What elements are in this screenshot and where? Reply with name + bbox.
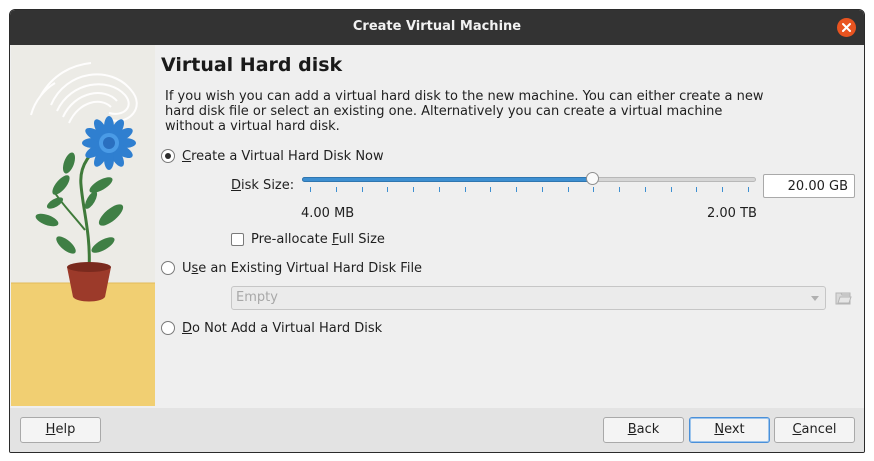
- description-line: without a virtual hard disk.: [165, 119, 340, 134]
- existing-disk-select-value: Empty: [236, 290, 278, 305]
- slider-tick: [336, 187, 337, 192]
- plant-illustration: [11, 45, 155, 406]
- title-bar[interactable]: Create Virtual Machine: [10, 10, 864, 45]
- slider-tick: [619, 187, 620, 192]
- folder-open-icon: [835, 292, 852, 305]
- slider-tick: [568, 187, 569, 192]
- use-existing-disk-radio[interactable]: [161, 261, 175, 275]
- disk-size-slider[interactable]: [300, 172, 758, 196]
- slider-tick: [593, 187, 594, 192]
- cancel-button[interactable]: Cancel: [774, 417, 855, 443]
- slider-fill: [302, 177, 593, 182]
- create-disk-now-option[interactable]: Create a Virtual Hard Disk Now: [161, 147, 384, 165]
- choose-disk-file-button[interactable]: [834, 289, 852, 307]
- close-button[interactable]: [837, 18, 856, 37]
- create-disk-now-radio[interactable]: [161, 149, 175, 163]
- create-vm-dialog: Create Virtual Machine Virtual Hard disk…: [9, 9, 865, 453]
- chevron-down-icon: [811, 296, 819, 301]
- description-line: hard disk file or select an existing one…: [165, 104, 723, 119]
- slider-tick: [671, 187, 672, 192]
- slider-tick: [516, 187, 517, 192]
- slider-tick: [362, 187, 363, 192]
- slider-tick: [310, 187, 311, 192]
- preallocate-option[interactable]: Pre-allocate Full Size: [231, 230, 385, 248]
- use-existing-disk-label: Use an Existing Virtual Hard Disk File: [182, 260, 423, 276]
- close-icon: [842, 23, 851, 32]
- no-disk-radio[interactable]: [161, 321, 175, 335]
- disk-size-min-label: 4.00 MB: [301, 206, 355, 221]
- slider-tick: [465, 187, 466, 192]
- preallocate-label: Pre-allocate Full Size: [251, 231, 385, 247]
- preallocate-checkbox[interactable]: [231, 232, 244, 246]
- disk-size-label: Disk Size:: [231, 178, 295, 193]
- use-existing-disk-option[interactable]: Use an Existing Virtual Hard Disk File: [161, 259, 422, 277]
- description-line: If you wish you can add a virtual hard d…: [165, 89, 764, 104]
- slider-tick: [413, 187, 414, 192]
- no-disk-option[interactable]: Do Not Add a Virtual Hard Disk: [161, 319, 382, 337]
- slider-tick: [542, 187, 543, 192]
- page-description: If you wish you can add a virtual hard d…: [165, 89, 785, 134]
- help-button[interactable]: Help: [20, 417, 101, 443]
- slider-tick: [439, 187, 440, 192]
- slider-tick: [722, 187, 723, 192]
- disk-size-input[interactable]: [763, 174, 855, 198]
- window-title: Create Virtual Machine: [352, 19, 522, 34]
- back-button[interactable]: Back: [603, 417, 684, 443]
- page-title: Virtual Hard disk: [161, 54, 343, 76]
- next-button[interactable]: Next: [689, 417, 770, 443]
- no-disk-label: Do Not Add a Virtual Hard Disk: [182, 320, 383, 336]
- slider-tick: [490, 187, 491, 192]
- create-disk-now-label: Create a Virtual Hard Disk Now: [182, 148, 384, 164]
- slider-tick: [748, 187, 749, 192]
- slider-handle[interactable]: [586, 172, 599, 185]
- slider-tick: [696, 187, 697, 192]
- slider-tick: [387, 187, 388, 192]
- existing-disk-select[interactable]: Empty: [231, 286, 826, 310]
- slider-tick: [645, 187, 646, 192]
- disk-size-max-label: 2.00 TB: [707, 206, 757, 221]
